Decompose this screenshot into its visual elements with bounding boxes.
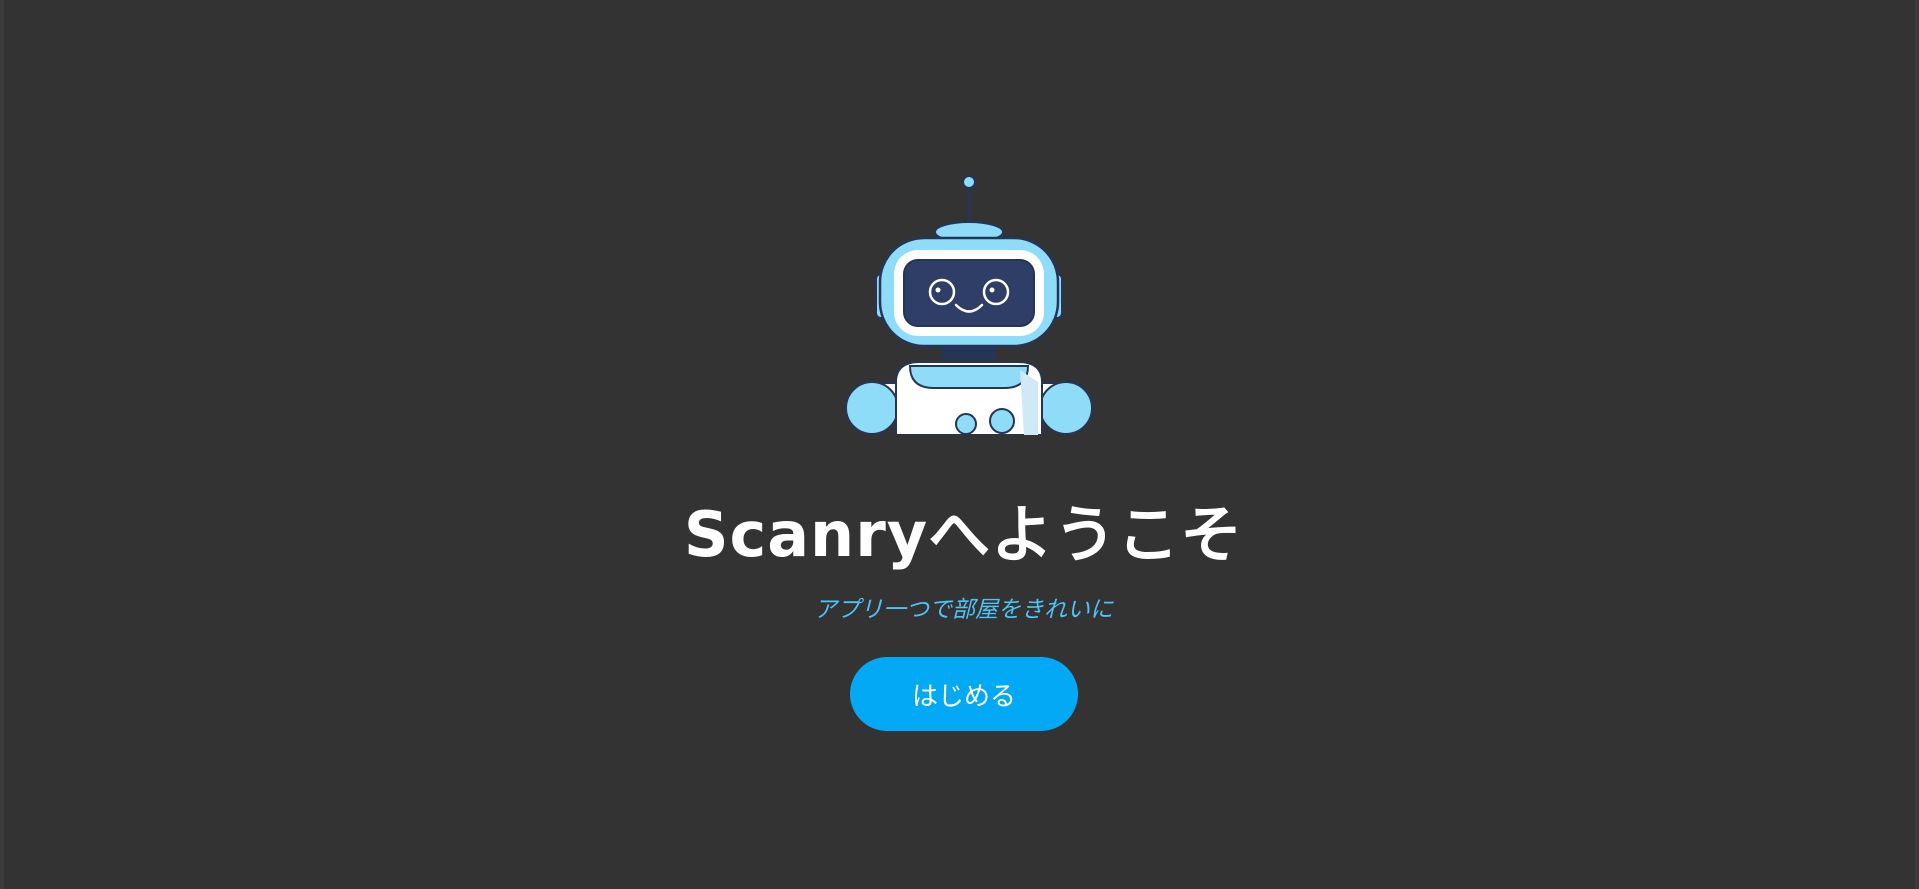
robot-right-hand — [1039, 381, 1093, 435]
robot-chest-button-left — [955, 413, 977, 435]
robot-right-pupil — [989, 287, 995, 293]
robot-mascot-illustration — [845, 175, 1093, 435]
app-window: Scanryへようこそ アプリ一つで部屋をきれいに はじめる — [0, 0, 1919, 889]
welcome-title: Scanryへようこそ — [683, 498, 1244, 571]
welcome-screen: Scanryへようこそ アプリ一つで部屋をきれいに はじめる — [4, 0, 1919, 889]
start-button[interactable]: はじめる — [850, 657, 1078, 731]
welcome-subtitle: アプリ一つで部屋をきれいに — [814, 597, 1113, 623]
robot-screen — [903, 259, 1035, 327]
robot-antenna-tip — [962, 175, 976, 189]
robot-left-pupil — [935, 287, 941, 293]
robot-collar — [908, 365, 1030, 389]
robot-neck — [942, 346, 996, 360]
robot-left-hand — [845, 381, 899, 435]
robot-chest-button-right — [989, 408, 1015, 434]
